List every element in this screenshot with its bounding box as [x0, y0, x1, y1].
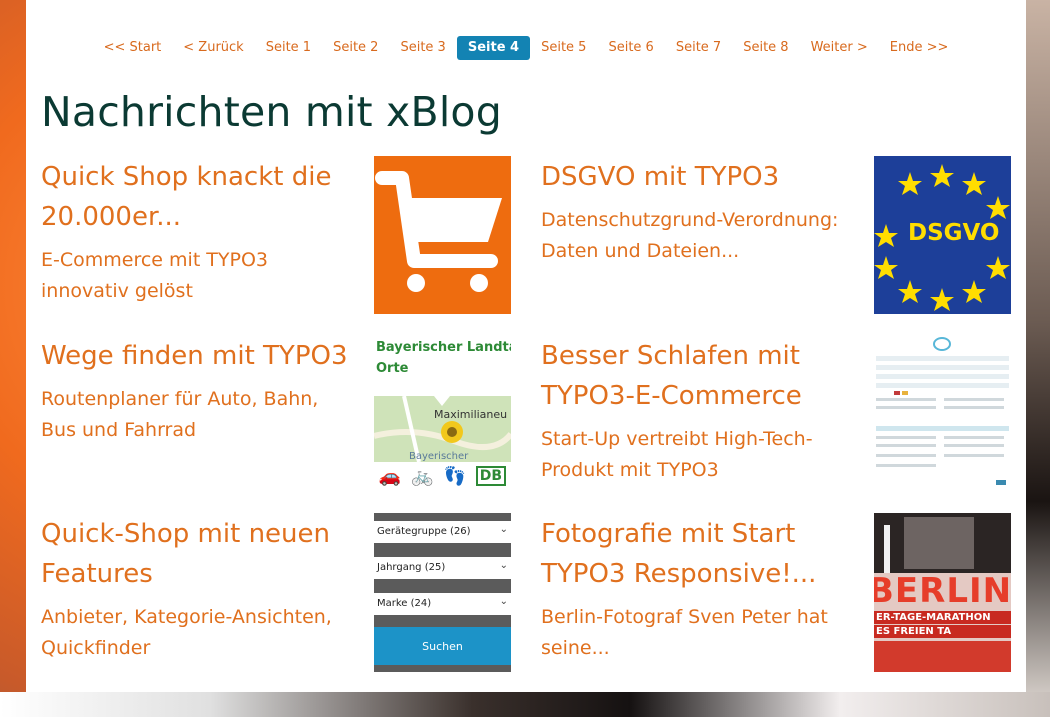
post-thumbnail-berlin[interactable]: BERLIN ER-TAGE-MARATHON ES FREIEN TA	[874, 513, 1011, 672]
photo-area	[874, 513, 1011, 573]
pagination: << Start < Zurück Seite 1 Seite 2 Seite …	[26, 35, 1026, 61]
filter-bottom-bar	[374, 665, 511, 672]
filter-row: Marke (24) ⌄	[374, 593, 511, 616]
form-screenshot-icon	[876, 337, 1009, 485]
transport-icons: 🚗 🚲 👣 DB	[374, 462, 511, 490]
post-teaser[interactable]: Berlin-Fotograf Sven Peter hat seine...	[541, 602, 859, 664]
db-icon: DB	[475, 466, 507, 486]
photo-pole	[884, 525, 890, 573]
footprints-icon: 👣	[443, 465, 466, 487]
post-item: Quick Shop knackt die 20.000er... E-Comm…	[41, 157, 359, 307]
post-thumbnail-cart[interactable]	[374, 156, 511, 314]
pagination-prev[interactable]: < Zurück	[172, 36, 254, 60]
pagination-page-8[interactable]: Seite 8	[732, 36, 799, 60]
post-teaser[interactable]: Anbieter, Kategorie-Ansichten, Quickfind…	[41, 602, 359, 664]
post-teaser[interactable]: Routenplaner für Auto, Bahn, Bus und Fah…	[41, 384, 359, 446]
background-bottom	[0, 692, 1050, 717]
post-thumbnail-map[interactable]: Bayerischer Landta Orte Maximilianeu Bay…	[374, 334, 511, 490]
poster-bottom	[874, 641, 1011, 672]
post-teaser[interactable]: Start-Up vertreibt High-Tech-Produkt mit…	[541, 424, 859, 486]
pagination-page-5[interactable]: Seite 5	[530, 36, 597, 60]
post-thumbnail-filter[interactable]: Gerätegruppe (26) ⌄ Jahrgang (25) ⌄ Mark…	[374, 513, 511, 672]
pagination-page-4-active[interactable]: Seite 4	[456, 36, 531, 60]
post-teaser[interactable]: E-Commerce mit TYPO3 innovativ gelöst	[41, 245, 359, 307]
pagination-next[interactable]: Weiter >	[800, 36, 879, 60]
bicycle-icon: 🚲	[411, 465, 434, 487]
post-item: Fotografie mit Start TYPO3 Responsive!..…	[541, 514, 859, 664]
map-label-street: Maximilianeu	[434, 408, 508, 421]
map-subtitle: Orte	[376, 361, 409, 376]
filter-divider	[374, 615, 511, 627]
shopping-cart-icon	[375, 171, 502, 292]
post-item: DSGVO mit TYPO3 Datenschutzgrund-Verordn…	[541, 157, 859, 267]
pagination-end[interactable]: Ende >>	[879, 36, 960, 60]
map-title: Bayerischer Landta	[376, 340, 511, 355]
filter-row-label: Marke (24)	[377, 598, 432, 609]
filter-row: Gerätegruppe (26) ⌄	[374, 521, 511, 544]
chevron-down-icon: ⌄	[499, 560, 508, 571]
post-title-link[interactable]: Quick Shop knackt die 20.000er...	[41, 157, 359, 237]
post-title-link[interactable]: Quick-Shop mit neuen Features	[41, 514, 359, 594]
content-card: << Start < Zurück Seite 1 Seite 2 Seite …	[26, 0, 1026, 692]
filter-top-bar	[374, 513, 511, 521]
photo-frame	[904, 517, 974, 569]
post-item: Quick-Shop mit neuen Features Anbieter, …	[41, 514, 359, 664]
filter-search-label: Suchen	[422, 640, 463, 653]
filter-row-label: Jahrgang (25)	[377, 562, 446, 573]
map-area: Maximilianeu Bayerischer	[374, 395, 511, 463]
berlin-poster-title: BERLIN	[874, 571, 1011, 611]
pagination-page-7[interactable]: Seite 7	[665, 36, 732, 60]
poster-line: ES FREIEN TA	[874, 625, 1011, 638]
post-title-link[interactable]: Besser Schlafen mit TYPO3-E-Commerce	[541, 336, 859, 416]
background-right	[1026, 0, 1050, 717]
post-teaser[interactable]: Datenschutzgrund-Verordnung: Daten und D…	[541, 205, 859, 267]
pagination-page-2[interactable]: Seite 2	[322, 36, 389, 60]
post-thumbnail-dsgvo[interactable]: DSGVO	[874, 156, 1011, 314]
post-title-link[interactable]: Fotografie mit Start TYPO3 Responsive!..…	[541, 514, 859, 594]
map-label-area: Bayerischer	[409, 451, 469, 462]
chevron-down-icon: ⌄	[499, 596, 508, 607]
pagination-page-6[interactable]: Seite 6	[597, 36, 664, 60]
post-title-link[interactable]: DSGVO mit TYPO3	[541, 157, 859, 197]
car-icon: 🚗	[378, 465, 402, 487]
filter-row-label: Gerätegruppe (26)	[377, 526, 471, 537]
filter-divider	[374, 579, 511, 593]
dsgvo-label: DSGVO	[908, 220, 1000, 246]
page-title: Nachrichten mit xBlog	[41, 88, 502, 136]
filter-search-button: Suchen	[374, 627, 511, 665]
pagination-page-3[interactable]: Seite 3	[389, 36, 456, 60]
filter-divider	[374, 543, 511, 557]
post-item: Besser Schlafen mit TYPO3-E-Commerce Sta…	[541, 336, 859, 486]
post-item: Wege finden mit TYPO3 Routenplaner für A…	[41, 336, 359, 446]
post-title-link[interactable]: Wege finden mit TYPO3	[41, 336, 359, 376]
poster-line: ER-TAGE-MARATHON	[874, 611, 1011, 624]
post-thumbnail-form[interactable]	[874, 334, 1011, 490]
filter-row: Jahrgang (25) ⌄	[374, 557, 511, 580]
pagination-page-1[interactable]: Seite 1	[255, 36, 322, 60]
pagination-start[interactable]: << Start	[93, 36, 173, 60]
chevron-down-icon: ⌄	[499, 524, 508, 535]
